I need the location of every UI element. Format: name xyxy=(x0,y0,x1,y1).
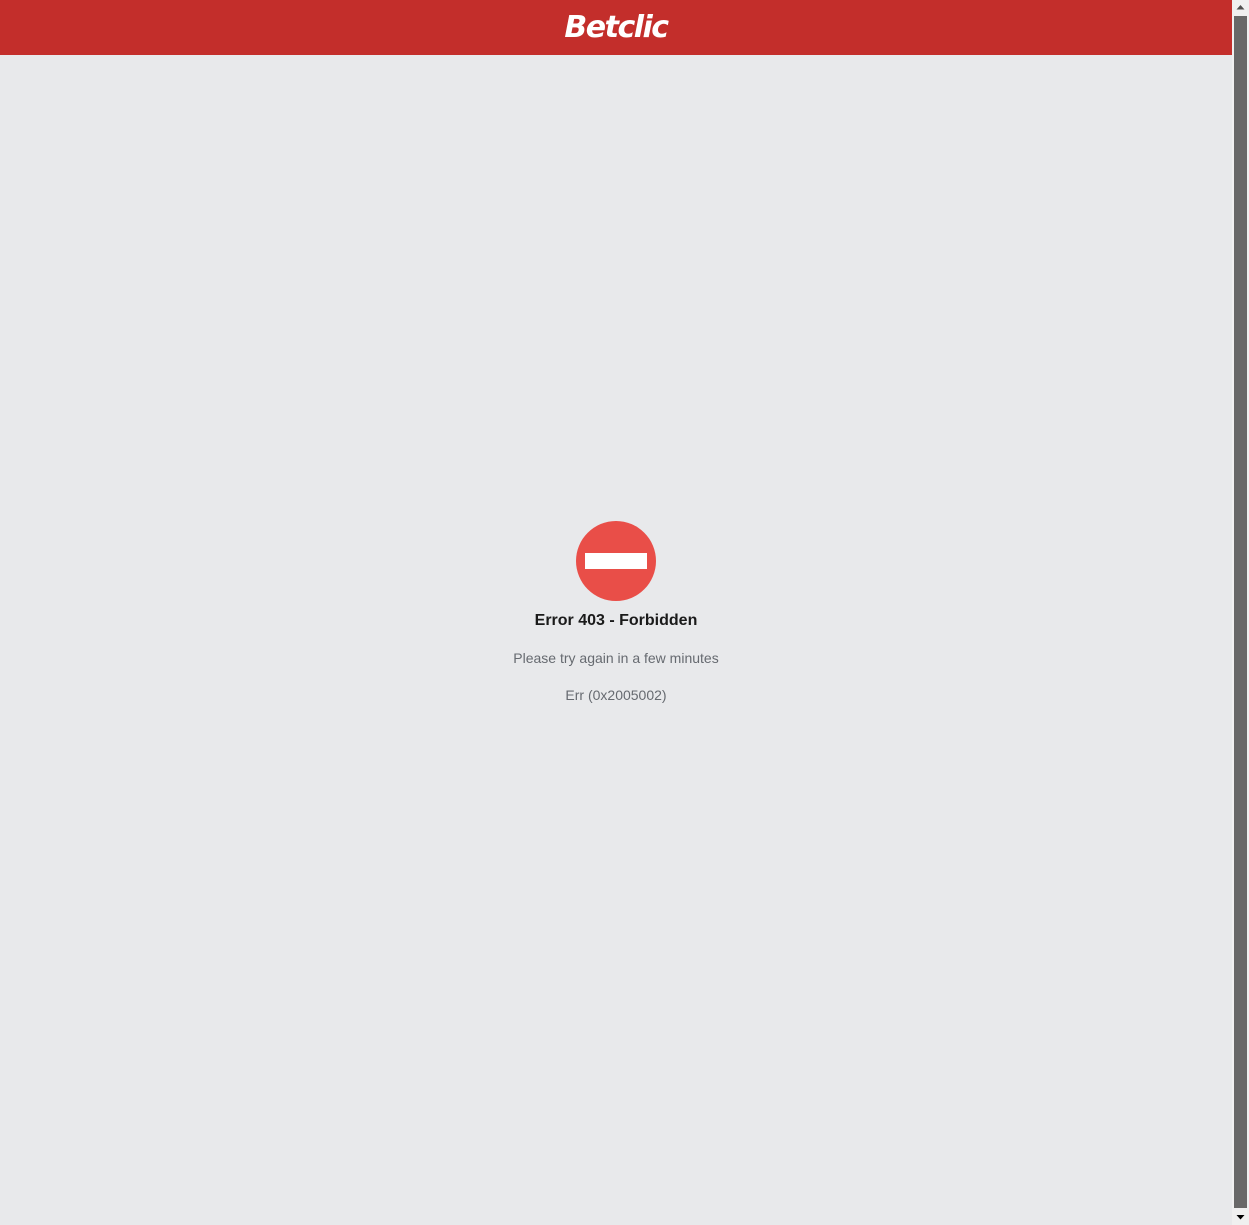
scroll-down-arrow-icon xyxy=(1236,1215,1245,1220)
scroll-up-arrow-icon xyxy=(1236,5,1245,10)
header-bar: Betclic xyxy=(0,0,1232,55)
scroll-up-button[interactable] xyxy=(1232,0,1249,15)
error-panel: Error 403 - Forbidden Please try again i… xyxy=(0,521,1232,704)
error-code: Err (0x2005002) xyxy=(565,687,667,703)
scroll-down-button[interactable] xyxy=(1232,1210,1249,1225)
vertical-scrollbar[interactable] xyxy=(1232,0,1249,1225)
scroll-thumb[interactable] xyxy=(1234,16,1247,1208)
error-message: Please try again in a few minutes xyxy=(513,650,719,666)
betclic-logo[interactable]: Betclic xyxy=(564,13,669,43)
error-title: Error 403 - Forbidden xyxy=(534,612,698,629)
page: Betclic Error 403 - Forbidden Please try… xyxy=(0,0,1232,1225)
no-entry-icon xyxy=(576,521,656,601)
